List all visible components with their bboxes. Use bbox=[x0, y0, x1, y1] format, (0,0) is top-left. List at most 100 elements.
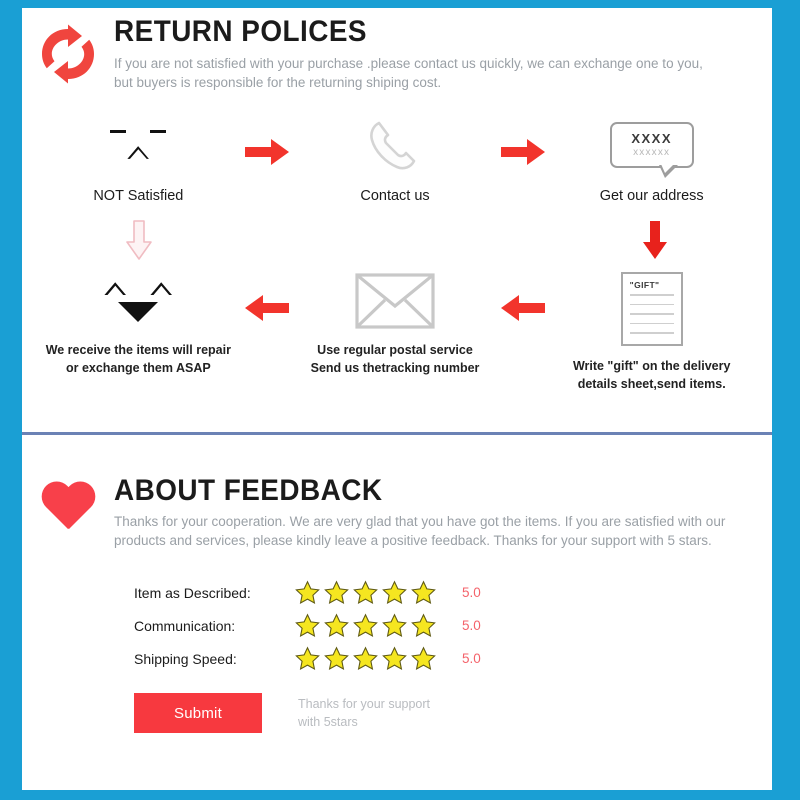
flow-step-label: Write "gift" on the delivery details she… bbox=[573, 358, 730, 393]
smile-mouth bbox=[118, 302, 159, 323]
star-icon[interactable] bbox=[352, 580, 379, 606]
flow-top: NOT Satisfied Contact us XXXX xxxxxx Get… bbox=[22, 114, 772, 206]
return-header-text: RETURN POLICES If you are not satisfied … bbox=[114, 16, 772, 92]
gift-doc-line bbox=[629, 332, 674, 334]
star-icon[interactable] bbox=[410, 580, 437, 606]
gift-doc-title: "GIFT" bbox=[629, 280, 660, 291]
happy-eye-left bbox=[104, 282, 127, 296]
feedback-subtitle-line1: Thanks for your cooperation. We are very… bbox=[114, 514, 726, 529]
flow-step-get-address: XXXX xxxxxx Get our address bbox=[555, 114, 748, 206]
bubble-text-top: XXXX bbox=[631, 131, 673, 147]
gift-doc-line bbox=[629, 303, 674, 306]
feedback-header: ABOUT FEEDBACK Thanks for your cooperati… bbox=[22, 473, 772, 551]
return-subtitle-line1: If you are not satisfied with your purch… bbox=[114, 55, 703, 71]
rating-label: Item as Described: bbox=[134, 584, 251, 601]
return-subtitle-line2: but buyers is responsible for the return… bbox=[114, 74, 442, 90]
star-icon[interactable] bbox=[294, 613, 321, 639]
page-root: RETURN POLICES If you are not satisfied … bbox=[0, 0, 800, 800]
happy-eye-right bbox=[150, 282, 173, 296]
gift-doc-line bbox=[629, 313, 674, 315]
connector-empty-middle bbox=[300, 212, 494, 268]
flow-bottom: We receive the items will repair or exch… bbox=[22, 270, 772, 393]
feedback-subtitle-line2: products and services, please kindly lea… bbox=[114, 533, 712, 549]
gift-doc-line bbox=[629, 294, 674, 296]
heart-icon bbox=[22, 475, 114, 537]
bubble-tail bbox=[658, 163, 678, 178]
envelope-icon bbox=[355, 270, 435, 332]
rating-score: 5.0 bbox=[462, 618, 481, 634]
bubble-text-bottom: xxxxxx bbox=[633, 147, 671, 159]
feedback-subtitle: Thanks for your cooperation. We are very… bbox=[114, 512, 760, 550]
sad-eye-left bbox=[110, 129, 127, 133]
star-icon[interactable] bbox=[294, 646, 321, 672]
feedback-header-text: ABOUT FEEDBACK Thanks for your cooperati… bbox=[114, 473, 772, 551]
rating-row-item-as-described: Item as Described: 5.0 bbox=[134, 576, 772, 609]
return-policies-section: RETURN POLICES If you are not satisfied … bbox=[22, 8, 772, 432]
star-icon[interactable] bbox=[381, 580, 408, 606]
arrow-right-red-icon bbox=[235, 114, 299, 166]
connector-spacer bbox=[236, 212, 300, 268]
arrow-down-pink-icon bbox=[42, 212, 236, 268]
arrow-left-red-icon bbox=[491, 270, 555, 322]
submit-note-line1: Thanks for your support bbox=[298, 697, 431, 712]
gift-document-icon: "GIFT" bbox=[620, 270, 683, 348]
submit-row: Submit Thanks for your support with 5sta… bbox=[22, 693, 772, 734]
flow-step-label: Contact us bbox=[360, 187, 430, 204]
star-icon[interactable] bbox=[323, 613, 350, 639]
rating-row-communication: Communication: 5.0 bbox=[134, 609, 772, 642]
flow-label-line1: Write "gift" on the delivery bbox=[572, 359, 731, 374]
flow-label-line1: Use regular postal service bbox=[317, 343, 473, 358]
return-subtitle: If you are not satisfied with your purch… bbox=[114, 54, 754, 92]
star-rating-communication[interactable] bbox=[294, 613, 440, 639]
submit-note-line2: with 5stars bbox=[298, 715, 358, 730]
star-icon[interactable] bbox=[410, 646, 437, 672]
arrow-right-red-icon bbox=[491, 114, 555, 166]
star-rating-shipping-speed[interactable] bbox=[294, 646, 440, 672]
flow-step-postal-service: Use regular postal service Send us thetr… bbox=[299, 270, 492, 377]
flow-step-write-gift: "GIFT" Write "gift" on the delivery deta… bbox=[555, 270, 748, 393]
flow-label-line2: Send us thetracking number bbox=[310, 360, 480, 375]
star-rating-item-as-described[interactable] bbox=[294, 580, 440, 606]
flow-step-label: NOT Satisfied bbox=[93, 187, 184, 204]
content-panel: RETURN POLICES If you are not satisfied … bbox=[22, 8, 772, 790]
star-icon[interactable] bbox=[323, 580, 350, 606]
ratings-list: Item as Described: 5.0 Communication: 5.… bbox=[22, 576, 772, 675]
rating-row-shipping-speed: Shipping Speed: 5.0 bbox=[134, 642, 772, 675]
connector-spacer bbox=[494, 212, 558, 268]
return-header: RETURN POLICES If you are not satisfied … bbox=[22, 8, 772, 92]
star-icon[interactable] bbox=[410, 613, 437, 639]
flow-label-line2: or exchange them ASAP bbox=[65, 360, 211, 375]
star-icon[interactable] bbox=[294, 580, 321, 606]
star-icon[interactable] bbox=[352, 613, 379, 639]
flow-step-label: Get our address bbox=[599, 187, 704, 204]
flow-step-contact-us: Contact us bbox=[299, 114, 492, 206]
frown-mouth bbox=[127, 145, 150, 159]
return-cycle-icon bbox=[22, 16, 114, 88]
sad-face-icon bbox=[102, 114, 174, 176]
arrow-left-red-icon bbox=[235, 270, 299, 322]
phone-handset-icon bbox=[366, 114, 424, 176]
feedback-title: ABOUT FEEDBACK bbox=[114, 473, 383, 507]
submit-note: Thanks for your support with 5stars bbox=[298, 695, 430, 731]
rating-score: 5.0 bbox=[462, 651, 481, 667]
star-icon[interactable] bbox=[381, 646, 408, 672]
submit-button[interactable]: Submit bbox=[134, 693, 262, 734]
star-icon[interactable] bbox=[352, 646, 379, 672]
speech-bubble-icon: XXXX xxxxxx bbox=[609, 114, 694, 178]
star-icon[interactable] bbox=[323, 646, 350, 672]
star-icon[interactable] bbox=[381, 613, 408, 639]
flow-connectors bbox=[22, 212, 772, 268]
arrow-down-red-icon bbox=[558, 212, 752, 268]
sad-eye-right bbox=[150, 129, 167, 133]
rating-label: Shipping Speed: bbox=[134, 650, 237, 667]
flow-step-label: We receive the items will repair or exch… bbox=[46, 342, 231, 377]
flow-top-row: NOT Satisfied Contact us XXXX xxxxxx Get… bbox=[42, 114, 748, 206]
about-feedback-section: ABOUT FEEDBACK Thanks for your cooperati… bbox=[22, 435, 772, 734]
flow-step-label: Use regular postal service Send us thetr… bbox=[311, 342, 480, 377]
flow-step-we-receive: We receive the items will repair or exch… bbox=[42, 270, 235, 377]
flow-label-line2: details sheet,send items. bbox=[577, 376, 726, 391]
flow-step-not-satisfied: NOT Satisfied bbox=[42, 114, 235, 206]
flow-label-line1: We receive the items will repair bbox=[45, 343, 231, 358]
rating-label: Communication: bbox=[134, 617, 236, 634]
rating-score: 5.0 bbox=[462, 585, 481, 601]
